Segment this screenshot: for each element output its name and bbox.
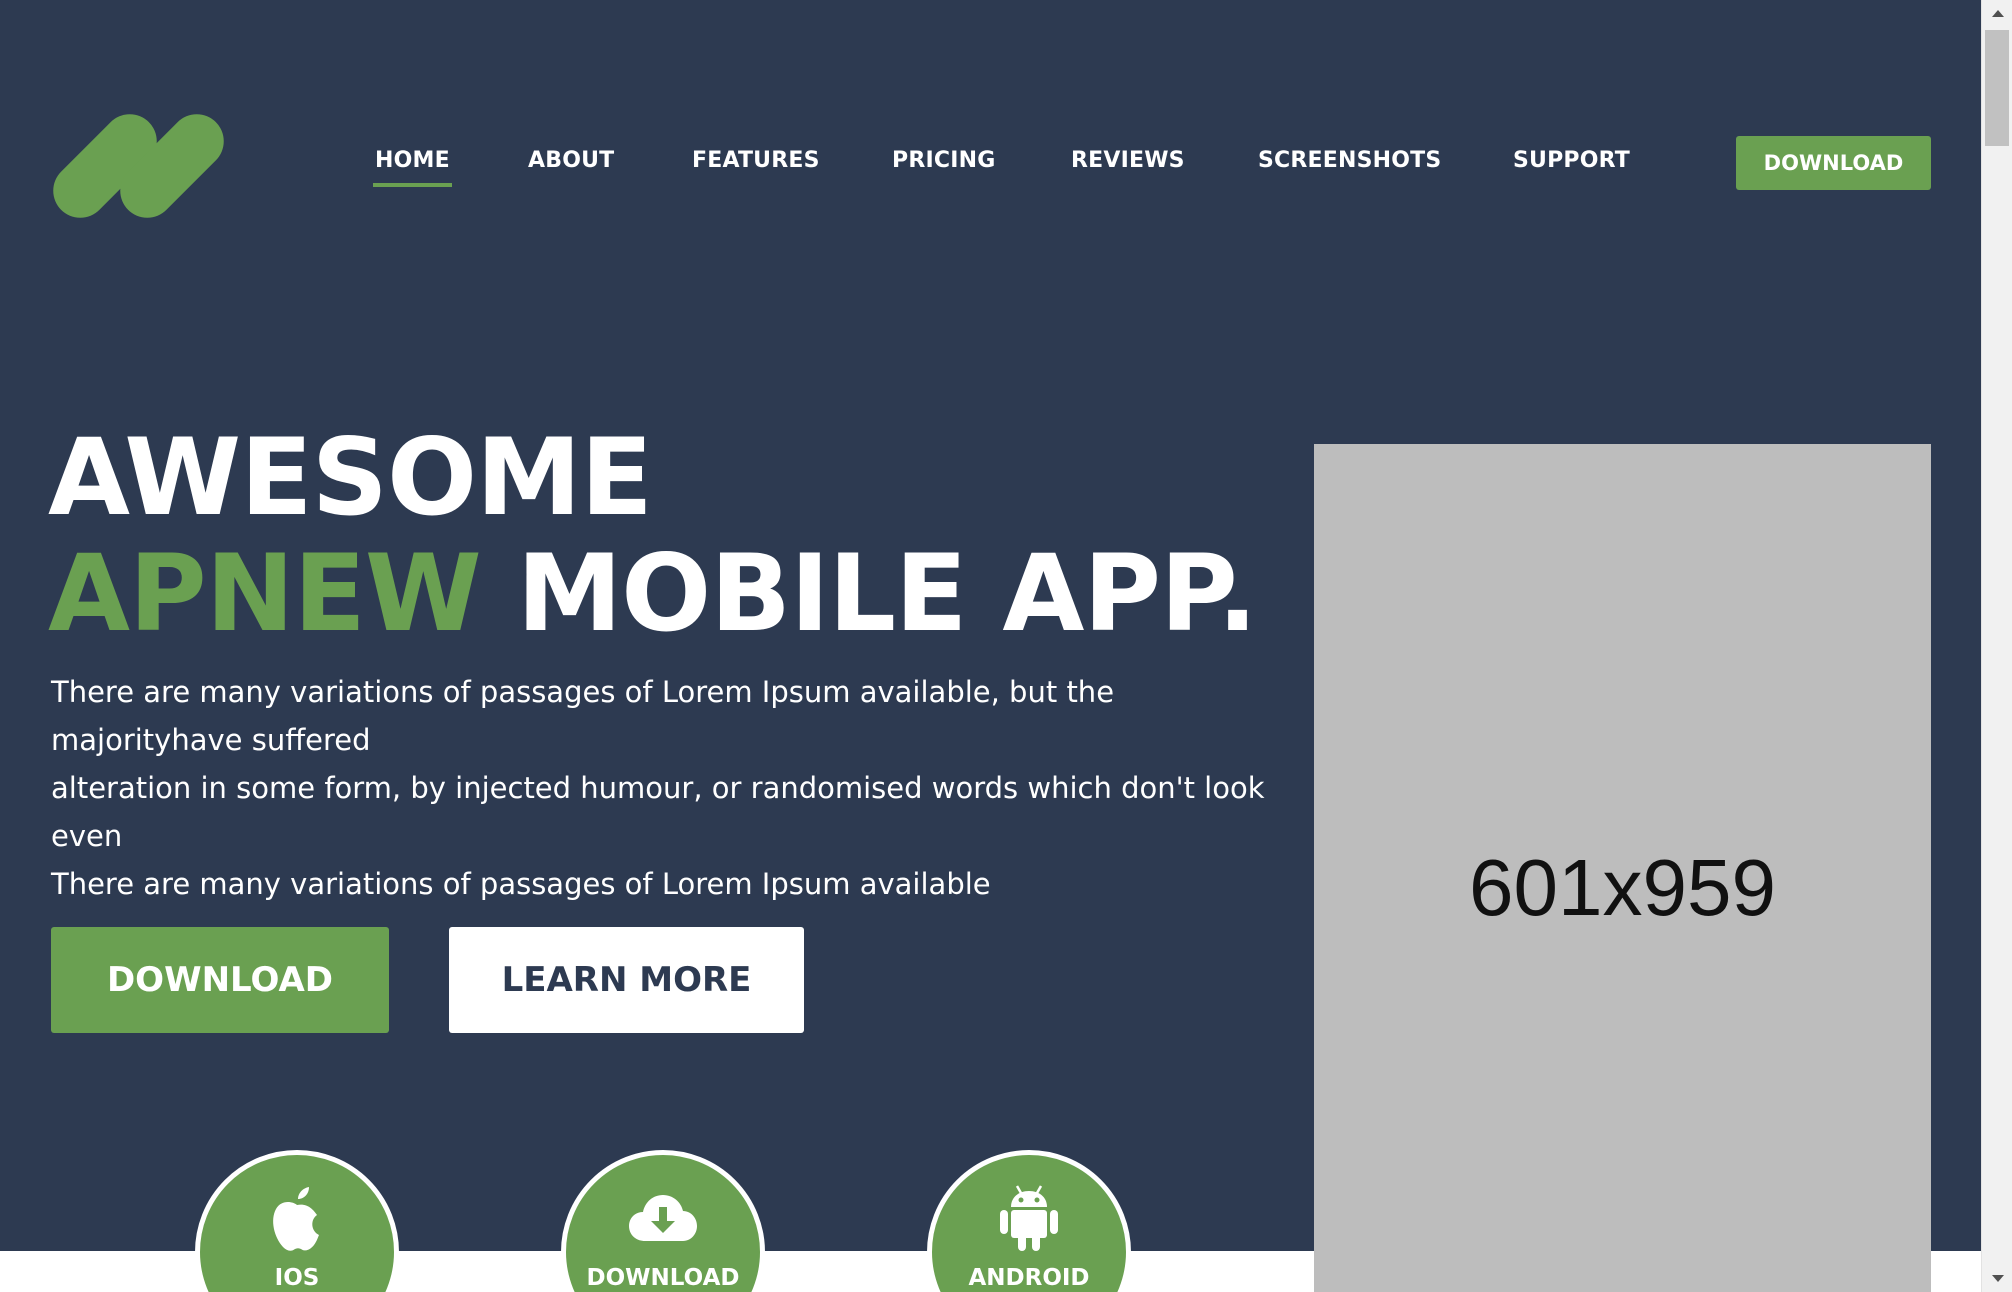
hero-download-button[interactable]: DOWNLOAD bbox=[51, 927, 389, 1033]
stat-label: ANDROID bbox=[968, 1265, 1090, 1291]
headline-line-1: AWESOME bbox=[48, 416, 653, 539]
hero-description: There are many variations of passages of… bbox=[51, 668, 1301, 908]
stat-label: IOS bbox=[274, 1265, 320, 1291]
logo[interactable] bbox=[42, 103, 235, 229]
apple-icon bbox=[273, 1187, 319, 1251]
nav-item-pricing[interactable]: PRICING bbox=[892, 148, 995, 173]
cloud-download-icon bbox=[629, 1195, 697, 1241]
hero-headline: AWESOME APNEW MOBILE APP. bbox=[48, 416, 1258, 652]
headline-rest: MOBILE APP. bbox=[516, 532, 1258, 655]
description-line-2: alteration in some form, by injected hum… bbox=[51, 771, 1265, 853]
headline-line-2: APNEW MOBILE APP. bbox=[48, 536, 1258, 652]
description-line-3: There are many variations of passages of… bbox=[51, 867, 991, 901]
app-image-placeholder: 601x959 bbox=[1314, 444, 1931, 1292]
scrollbar-thumb[interactable] bbox=[1985, 30, 2009, 146]
nav-item-about[interactable]: ABOUT bbox=[528, 148, 614, 173]
headline-accent: APNEW bbox=[48, 532, 482, 655]
nav-item-support[interactable]: SUPPORT bbox=[1513, 148, 1630, 173]
placeholder-text: 601x959 bbox=[1469, 843, 1776, 932]
nav-item-features[interactable]: FEATURES bbox=[692, 148, 820, 173]
scroll-up-arrow-icon[interactable] bbox=[1992, 10, 2004, 17]
nav-item-screenshots[interactable]: SCREENSHOTS bbox=[1258, 148, 1441, 173]
nav-item-home[interactable]: HOME bbox=[373, 148, 452, 187]
description-line-1: There are many variations of passages of… bbox=[51, 675, 1115, 757]
stat-label: DOWNLOAD bbox=[586, 1265, 740, 1291]
learn-more-button[interactable]: LEARN MORE bbox=[449, 927, 804, 1033]
nav-item-reviews[interactable]: REVIEWS bbox=[1071, 148, 1185, 173]
android-icon bbox=[1000, 1185, 1058, 1251]
header-download-button[interactable]: DOWNLOAD bbox=[1736, 136, 1931, 190]
page: HOME ABOUT FEATURES PRICING REVIEWS SCRE… bbox=[0, 0, 1981, 1292]
vertical-scrollbar[interactable] bbox=[1981, 0, 2012, 1292]
scroll-down-arrow-icon[interactable] bbox=[1992, 1275, 2004, 1282]
